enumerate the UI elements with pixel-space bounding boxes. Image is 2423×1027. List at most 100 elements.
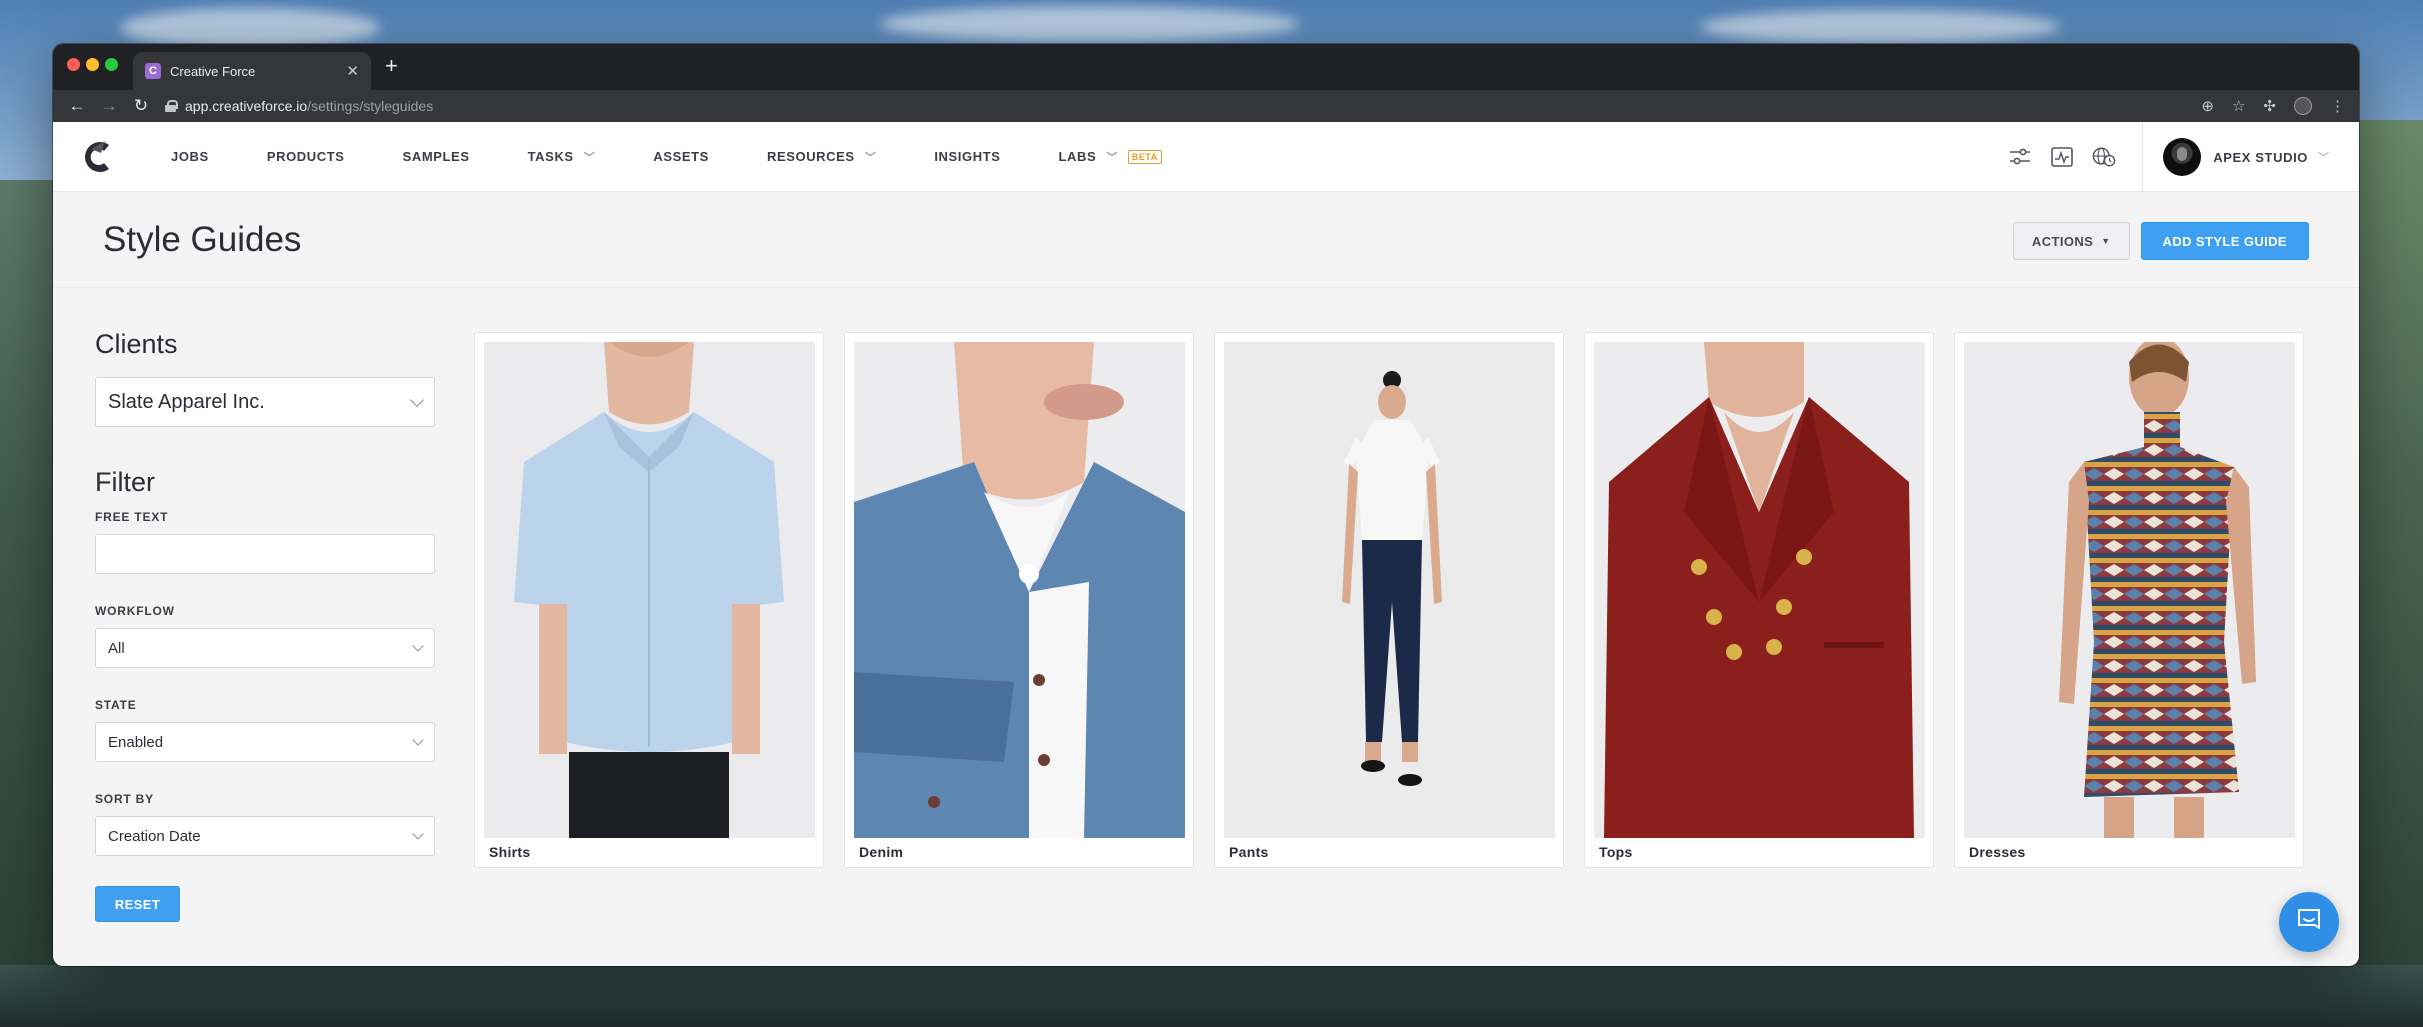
nav-label: JOBS	[171, 149, 209, 164]
style-guide-card-tops[interactable]: Tops	[1584, 332, 1934, 868]
account-menu[interactable]: APEX STUDIO ﹀	[2143, 138, 2359, 176]
nav-label: INSIGHTS	[934, 149, 1001, 164]
address-bar: ← → ↻ app.creativeforce.io/settings/styl…	[53, 90, 2359, 122]
app-navbar: JOBS PRODUCTS SAMPLES TASKS ﹀ ASSETS RESO…	[53, 122, 2359, 192]
browser-menu-icon[interactable]: ⋮	[2330, 97, 2345, 115]
creative-force-favicon-icon: C	[145, 63, 161, 79]
forward-arrow-icon[interactable]: →	[93, 96, 125, 116]
url-path: /settings/styleguides	[307, 98, 434, 114]
nav-item-insights[interactable]: INSIGHTS	[934, 149, 1000, 164]
state-label: STATE	[95, 698, 137, 712]
page-header: Style Guides ACTIONS ▼ ADD STYLE GUIDE	[53, 192, 2359, 288]
back-arrow-icon[interactable]: ←	[61, 96, 93, 116]
nav-item-resources[interactable]: RESOURCES ﹀	[767, 149, 876, 165]
style-guide-card-shirts[interactable]: Shirts	[474, 332, 824, 868]
reset-label: RESET	[114, 896, 161, 912]
desktop-coastline	[0, 965, 2423, 1027]
new-tab-icon[interactable]: +	[385, 55, 398, 77]
actions-label: ACTIONS	[2031, 233, 2094, 249]
account-name: APEX STUDIO	[2213, 149, 2308, 165]
style-guide-card-denim[interactable]: Denim	[844, 332, 1194, 868]
add-style-guide-button[interactable]: ADD STYLE GUIDE	[2140, 222, 2309, 260]
style-guide-card-label: Pants	[1229, 844, 1269, 860]
clients-heading: Clients	[95, 329, 178, 359]
close-window-button[interactable]	[67, 58, 80, 71]
free-text-label: FREE TEXT	[95, 510, 169, 524]
style-guide-card-label: Shirts	[489, 844, 531, 860]
filter-heading: Filter	[95, 467, 155, 497]
style-guide-image-shirts	[484, 342, 815, 838]
profile-avatar-icon[interactable]	[2294, 97, 2312, 115]
browser-window: C Creative Force ✕ + ← → ↻ app.creativef…	[53, 44, 2359, 966]
nav-label: ASSETS	[653, 149, 709, 164]
free-text-input[interactable]	[95, 534, 435, 574]
client-select[interactable]: Slate Apparel Inc.	[95, 377, 435, 427]
reset-button[interactable]: RESET	[95, 886, 180, 922]
style-guide-card-label: Denim	[859, 844, 904, 860]
nav-label: PRODUCTS	[266, 149, 345, 164]
install-app-icon[interactable]: ⊕	[2201, 97, 2214, 115]
chevron-down-icon	[412, 828, 424, 840]
avatar	[2163, 138, 2202, 176]
nav-item-tasks[interactable]: TASKS ﹀	[528, 149, 596, 165]
workflow-select-value: All	[108, 639, 125, 657]
desktop-cloud	[880, 6, 1300, 42]
chevron-down-icon: ﹀	[2318, 152, 2329, 164]
sort-by-label: SORT BY	[95, 792, 154, 806]
style-guide-card-dresses[interactable]: Dresses	[1954, 332, 2304, 868]
style-guide-image-pants	[1224, 342, 1555, 838]
nav-label: SAMPLES	[402, 149, 470, 164]
browser-tab[interactable]: C Creative Force ✕	[133, 52, 371, 90]
extensions-puzzle-icon[interactable]: ✣	[2263, 97, 2276, 115]
style-guide-card-label: Dresses	[1969, 844, 2026, 860]
state-select[interactable]: Enabled	[95, 722, 435, 762]
nav-label: LABS	[1058, 149, 1097, 164]
maximize-window-button[interactable]	[105, 58, 118, 71]
workflow-select[interactable]: All	[95, 628, 435, 668]
style-guide-image-tops	[1594, 342, 1925, 838]
client-select-value: Slate Apparel Inc.	[108, 390, 265, 413]
lock-icon	[165, 100, 178, 112]
style-guide-image-denim	[854, 342, 1185, 838]
reload-icon[interactable]: ↻	[125, 96, 157, 116]
close-icon[interactable]: ✕	[346, 62, 359, 80]
minimize-window-button[interactable]	[86, 58, 99, 71]
workflow-label: WORKFLOW	[95, 604, 175, 618]
chat-launcher-button[interactable]	[2279, 892, 2339, 952]
desktop-mountain-right	[2353, 120, 2423, 1000]
url-field[interactable]: app.creativeforce.io/settings/styleguide…	[165, 98, 2201, 114]
bookmark-star-icon[interactable]: ☆	[2232, 97, 2245, 115]
chevron-down-icon: ﹀	[1106, 151, 1118, 164]
desktop-cloud	[120, 8, 380, 48]
chat-bubble-icon	[2295, 906, 2323, 939]
beta-badge: BETA	[1127, 149, 1162, 164]
tab-title: Creative Force	[170, 63, 256, 79]
sort-by-select-value: Creation Date	[108, 827, 201, 845]
nav-item-labs[interactable]: LABS ﹀ BETA	[1059, 149, 1162, 165]
browser-titlebar: C Creative Force ✕ +	[53, 44, 2359, 90]
style-guide-card-pants[interactable]: Pants	[1214, 332, 1564, 868]
creative-force-logo-icon[interactable]	[79, 137, 119, 177]
sliders-settings-icon[interactable]	[2008, 145, 2032, 169]
nav-item-samples[interactable]: SAMPLES	[403, 149, 470, 164]
chevron-down-icon: ﹀	[583, 151, 596, 164]
nav-label: RESOURCES	[766, 149, 855, 164]
caret-down-icon: ▼	[2101, 236, 2111, 246]
actions-dropdown-button[interactable]: ACTIONS ▼	[2012, 222, 2130, 260]
chevron-down-icon	[409, 392, 425, 408]
activity-monitor-icon[interactable]	[2050, 145, 2074, 169]
style-guide-image-dresses	[1964, 342, 2295, 838]
globe-clock-icon[interactable]	[2092, 145, 2116, 169]
sort-by-select[interactable]: Creation Date	[95, 816, 435, 856]
nav-label: TASKS	[527, 149, 574, 164]
chevron-down-icon	[412, 640, 424, 652]
desktop-mountain-left	[0, 180, 60, 1000]
chevron-down-icon: ﹀	[864, 151, 877, 164]
state-select-value: Enabled	[108, 733, 164, 751]
filter-sidebar: Clients Slate Apparel Inc. Filter FREE T…	[95, 329, 435, 922]
nav-item-assets[interactable]: ASSETS	[653, 149, 709, 164]
nav-item-jobs[interactable]: JOBS	[171, 149, 209, 164]
chevron-down-icon	[412, 734, 424, 746]
desktop-cloud	[1700, 10, 2060, 44]
nav-item-products[interactable]: PRODUCTS	[267, 149, 345, 164]
